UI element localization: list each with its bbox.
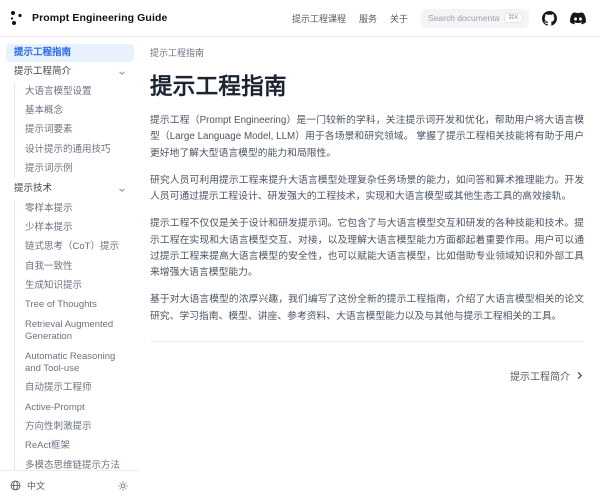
sidebar-item-ape[interactable]: 自动提示工程师 bbox=[17, 379, 134, 397]
github-icon[interactable] bbox=[542, 11, 557, 26]
sun-icon bbox=[118, 481, 128, 491]
paragraph-4: 基于对大语言模型的浓厚兴趣，我们编写了这份全新的提示工程指南，介绍了大语言模型相… bbox=[150, 292, 584, 325]
chevron-right-icon bbox=[575, 371, 584, 380]
pagination: 提示工程简介 bbox=[150, 342, 584, 383]
search-shortcut-kbd: ⌘K bbox=[504, 13, 523, 24]
next-page-link[interactable]: 提示工程简介 bbox=[510, 368, 584, 383]
sidebar-item-knowledge[interactable]: 生成知识提示 bbox=[17, 277, 134, 295]
sidebar-item-prompt-guide[interactable]: 提示工程指南 bbox=[6, 44, 134, 62]
sidebar-item-zeroshot[interactable]: 零样本提示 bbox=[17, 200, 134, 218]
header: Prompt Engineering Guide 提示工程课程 服务 关于 ⌘K bbox=[0, 0, 600, 37]
nav-about-link[interactable]: 关于 bbox=[390, 12, 408, 25]
sidebar-item-tot[interactable]: Tree of Thoughts bbox=[17, 296, 134, 314]
nav-course-link[interactable]: 提示工程课程 bbox=[292, 12, 346, 25]
sidebar-group-intro: 大语言模型设置 基本概念 提示词要素 设计提示的通用技巧 提示词示例 bbox=[14, 83, 134, 179]
sidebar-item-art[interactable]: Automatic Reasoning and Tool-use bbox=[17, 348, 134, 379]
sidebar-item-multimodal-cot[interactable]: 多模态思维链提示方法 bbox=[17, 457, 134, 470]
sidebar-item-active-prompt[interactable]: Active-Prompt bbox=[17, 399, 134, 417]
logo-icon bbox=[10, 10, 25, 26]
chevron-down-icon bbox=[118, 69, 126, 77]
sidebar-item-consistency[interactable]: 自我一致性 bbox=[17, 258, 134, 276]
sidebar-item-techniques[interactable]: 提示技术 bbox=[6, 180, 134, 198]
globe-icon bbox=[10, 480, 21, 491]
sidebar-item-elements[interactable]: 提示词要素 bbox=[17, 121, 134, 139]
sidebar-item-examples[interactable]: 提示词示例 bbox=[17, 160, 134, 178]
language-switcher[interactable]: 中文 bbox=[10, 479, 45, 492]
sidebar: 提示工程指南 提示工程简介 大语言模型设置 基本概念 提示词要素 设计提示的通用… bbox=[0, 37, 140, 500]
sidebar-item-intro[interactable]: 提示工程简介 bbox=[6, 63, 134, 81]
header-nav: 提示工程课程 服务 关于 ⌘K bbox=[292, 9, 586, 28]
sidebar-nav: 提示工程指南 提示工程简介 大语言模型设置 基本概念 提示词要素 设计提示的通用… bbox=[0, 37, 140, 470]
sidebar-item-tips[interactable]: 设计提示的通用技巧 bbox=[17, 141, 134, 159]
theme-toggle[interactable] bbox=[118, 481, 128, 491]
search-box[interactable]: ⌘K bbox=[421, 9, 529, 28]
sidebar-item-fewshot[interactable]: 少样本提示 bbox=[17, 219, 134, 237]
sidebar-item-cot[interactable]: 链式思考（CoT）提示 bbox=[17, 238, 134, 256]
sidebar-group-techniques: 零样本提示 少样本提示 链式思考（CoT）提示 自我一致性 生成知识提示 Tre… bbox=[14, 200, 134, 470]
paragraph-1: 提示工程（Prompt Engineering）是一门较新的学科，关注提示词开发… bbox=[150, 113, 584, 162]
sidebar-item-dsp[interactable]: 方向性刺激提示 bbox=[17, 418, 134, 436]
paragraph-2: 研究人员可利用提示工程来提升大语言模型处理复杂任务场景的能力，如问答和算术推理能… bbox=[150, 173, 584, 206]
breadcrumb: 提示工程指南 bbox=[150, 46, 584, 59]
main-content: 提示工程指南 提示工程指南 提示工程（Prompt Engineering）是一… bbox=[140, 37, 600, 500]
brand[interactable]: Prompt Engineering Guide bbox=[10, 10, 167, 26]
sidebar-item-basics[interactable]: 基本概念 bbox=[17, 102, 134, 120]
paragraph-3: 提示工程不仅仅是关于设计和研发提示词。它包含了与大语言模型交互和研发的各种技能和… bbox=[150, 216, 584, 281]
nav-services-link[interactable]: 服务 bbox=[359, 12, 377, 25]
discord-icon[interactable] bbox=[570, 12, 586, 25]
brand-title: Prompt Engineering Guide bbox=[32, 12, 167, 24]
page-title: 提示工程指南 bbox=[150, 69, 584, 101]
sidebar-item-react[interactable]: ReAct框架 bbox=[17, 437, 134, 455]
sidebar-item-llm-settings[interactable]: 大语言模型设置 bbox=[17, 83, 134, 101]
search-input[interactable] bbox=[428, 13, 500, 23]
chevron-down-icon bbox=[118, 186, 126, 194]
sidebar-footer: 中文 bbox=[0, 470, 140, 500]
sidebar-item-rag[interactable]: Retrieval Augmented Generation bbox=[17, 316, 134, 347]
